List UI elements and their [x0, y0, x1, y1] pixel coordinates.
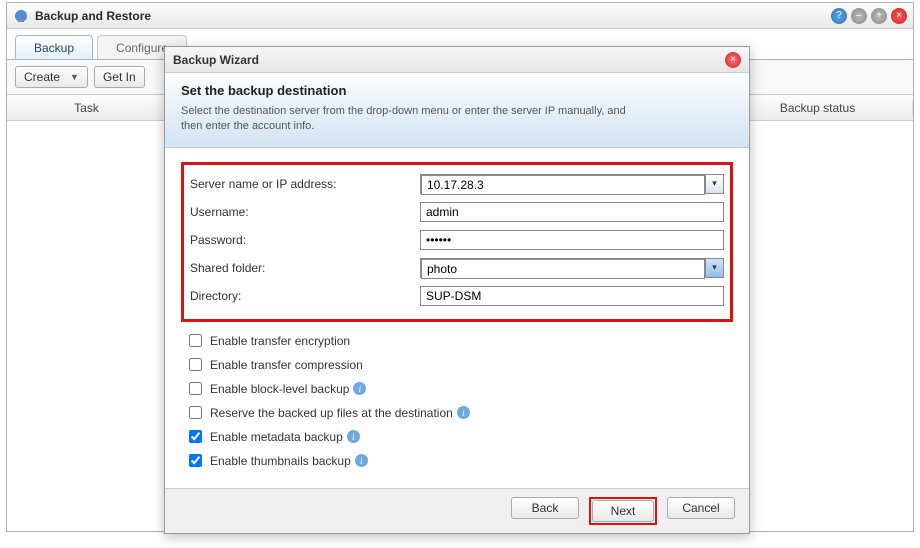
check-thumbs[interactable]	[189, 454, 202, 467]
server-combo[interactable]: ▾	[420, 174, 724, 194]
info-icon[interactable]: i	[355, 454, 368, 467]
check-encrypt-row: Enable transfer encryption	[189, 334, 733, 348]
window-titlebar: Backup and Restore ? – + ×	[7, 3, 913, 29]
row-password: Password:	[190, 229, 724, 251]
help-icon[interactable]: ?	[831, 8, 847, 24]
wizard-description: Select the destination server from the d…	[181, 104, 641, 135]
server-input[interactable]	[421, 175, 705, 195]
chevron-down-icon: ▼	[70, 72, 79, 82]
info-icon[interactable]: i	[457, 406, 470, 419]
app-icon	[13, 8, 29, 24]
check-block-row: Enable block-level backup i	[189, 382, 733, 396]
check-metadata-label: Enable metadata backup	[210, 430, 343, 444]
check-reserve-row: Reserve the backed up files at the desti…	[189, 406, 733, 420]
next-button[interactable]: Next	[592, 500, 654, 522]
server-dropdown-icon[interactable]: ▾	[705, 175, 723, 193]
check-compress-row: Enable transfer compression	[189, 358, 733, 372]
check-thumbs-row: Enable thumbnails backup i	[189, 454, 733, 468]
row-directory: Directory:	[190, 285, 724, 307]
label-server: Server name or IP address:	[190, 177, 420, 191]
minimize-icon[interactable]: –	[851, 8, 867, 24]
row-folder: Shared folder: ▾	[190, 257, 724, 279]
info-icon[interactable]: i	[347, 430, 360, 443]
create-button-label: Create	[24, 70, 60, 84]
check-metadata[interactable]	[189, 430, 202, 443]
check-block[interactable]	[189, 382, 202, 395]
wizard-title: Backup Wizard	[173, 53, 725, 67]
column-task: Task	[7, 101, 167, 115]
create-button[interactable]: Create ▼	[15, 66, 88, 88]
label-folder: Shared folder:	[190, 261, 420, 275]
wizard-body: Server name or IP address: ▾ Username: P…	[165, 148, 749, 488]
folder-input[interactable]	[421, 259, 705, 279]
wizard-heading: Set the backup destination	[181, 83, 733, 98]
username-input[interactable]	[420, 202, 724, 222]
check-encrypt-label: Enable transfer encryption	[210, 334, 350, 348]
cancel-button[interactable]: Cancel	[667, 497, 735, 519]
back-button[interactable]: Back	[511, 497, 579, 519]
check-compress-label: Enable transfer compression	[210, 358, 363, 372]
wizard-titlebar: Backup Wizard ×	[165, 47, 749, 73]
wizard-close-icon[interactable]: ×	[725, 52, 741, 68]
password-input[interactable]	[420, 230, 724, 250]
window-title: Backup and Restore	[35, 9, 827, 23]
row-username: Username:	[190, 201, 724, 223]
tab-configure-label: Configure	[116, 41, 168, 55]
close-icon[interactable]: ×	[891, 8, 907, 24]
backup-wizard-dialog: Backup Wizard × Set the backup destinati…	[164, 46, 750, 534]
wizard-footer: Back Next Cancel	[165, 488, 749, 533]
get-info-button-label: Get In	[103, 70, 136, 84]
folder-combo[interactable]: ▾	[420, 258, 724, 278]
label-password: Password:	[190, 233, 420, 247]
check-metadata-row: Enable metadata backup i	[189, 430, 733, 444]
check-reserve[interactable]	[189, 406, 202, 419]
check-reserve-label: Reserve the backed up files at the desti…	[210, 406, 453, 420]
form-highlight: Server name or IP address: ▾ Username: P…	[181, 162, 733, 322]
check-compress[interactable]	[189, 358, 202, 371]
column-status: Backup status	[723, 101, 913, 115]
label-directory: Directory:	[190, 289, 420, 303]
get-info-button[interactable]: Get In	[94, 66, 145, 88]
check-thumbs-label: Enable thumbnails backup	[210, 454, 351, 468]
wizard-header: Set the backup destination Select the de…	[165, 73, 749, 148]
tab-backup[interactable]: Backup	[15, 35, 93, 59]
info-icon[interactable]: i	[353, 382, 366, 395]
maximize-icon[interactable]: +	[871, 8, 887, 24]
row-server: Server name or IP address: ▾	[190, 173, 724, 195]
folder-dropdown-icon[interactable]: ▾	[705, 259, 723, 277]
check-block-label: Enable block-level backup	[210, 382, 349, 396]
next-highlight: Next	[589, 497, 657, 525]
check-encrypt[interactable]	[189, 334, 202, 347]
directory-input[interactable]	[420, 286, 724, 306]
checkbox-group: Enable transfer encryption Enable transf…	[181, 334, 733, 468]
label-username: Username:	[190, 205, 420, 219]
